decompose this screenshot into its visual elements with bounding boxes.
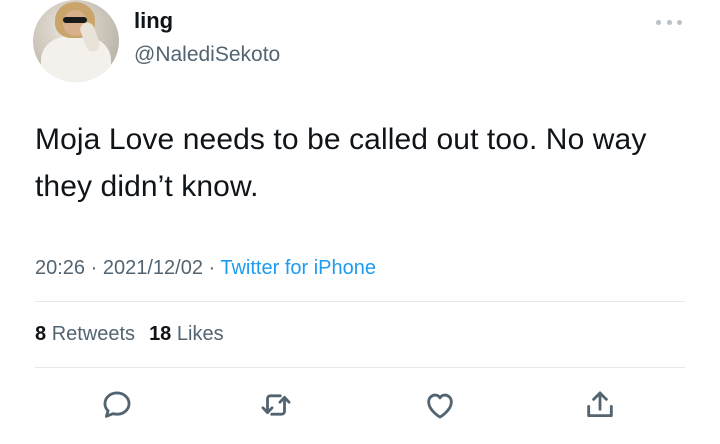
retweets-label: Retweets — [51, 323, 136, 345]
reply-button[interactable] — [99, 387, 135, 423]
reply-icon — [103, 391, 131, 418]
like-button[interactable] — [422, 387, 458, 423]
retweet-icon — [261, 394, 291, 416]
tweet-time[interactable]: 20:26 — [35, 257, 85, 279]
avatar[interactable] — [33, 0, 119, 82]
tweet-source-link[interactable]: Twitter for iPhone — [220, 257, 376, 279]
share-icon — [587, 391, 613, 418]
meta-separator: · — [202, 257, 221, 279]
avatar-body — [41, 36, 111, 82]
meta-separator: · — [85, 257, 103, 279]
retweets-stat[interactable]: 8 Retweets — [35, 323, 135, 345]
tweet-text: Moja Love needs to be called out too. No… — [35, 123, 647, 203]
more-dot — [666, 19, 672, 25]
user-handle[interactable]: @NalediSekoto — [134, 42, 280, 68]
more-dot — [656, 19, 661, 25]
display-name[interactable]: ling — [134, 8, 173, 34]
divider — [35, 367, 685, 368]
retweet-button[interactable] — [258, 387, 294, 423]
share-button[interactable] — [582, 387, 618, 423]
tweet-date[interactable]: 2021/12/02 — [103, 257, 203, 279]
divider — [35, 301, 685, 302]
more-dot — [677, 19, 682, 25]
tweet-meta: 20:26 · 2021/12/02 · Twitter for iPhone — [35, 254, 376, 282]
likes-stat[interactable]: 18 Likes — [149, 323, 224, 345]
heart-icon — [427, 393, 453, 419]
likes-count: 18 — [149, 323, 172, 345]
tweet-stats: 8 Retweets 18 Likes — [35, 320, 224, 348]
more-icon[interactable] — [656, 18, 682, 26]
tweet-card: ling @NalediSekoto Moja Love needs to be… — [0, 0, 720, 444]
likes-label: Likes — [176, 323, 224, 345]
retweets-count: 8 — [35, 323, 47, 345]
